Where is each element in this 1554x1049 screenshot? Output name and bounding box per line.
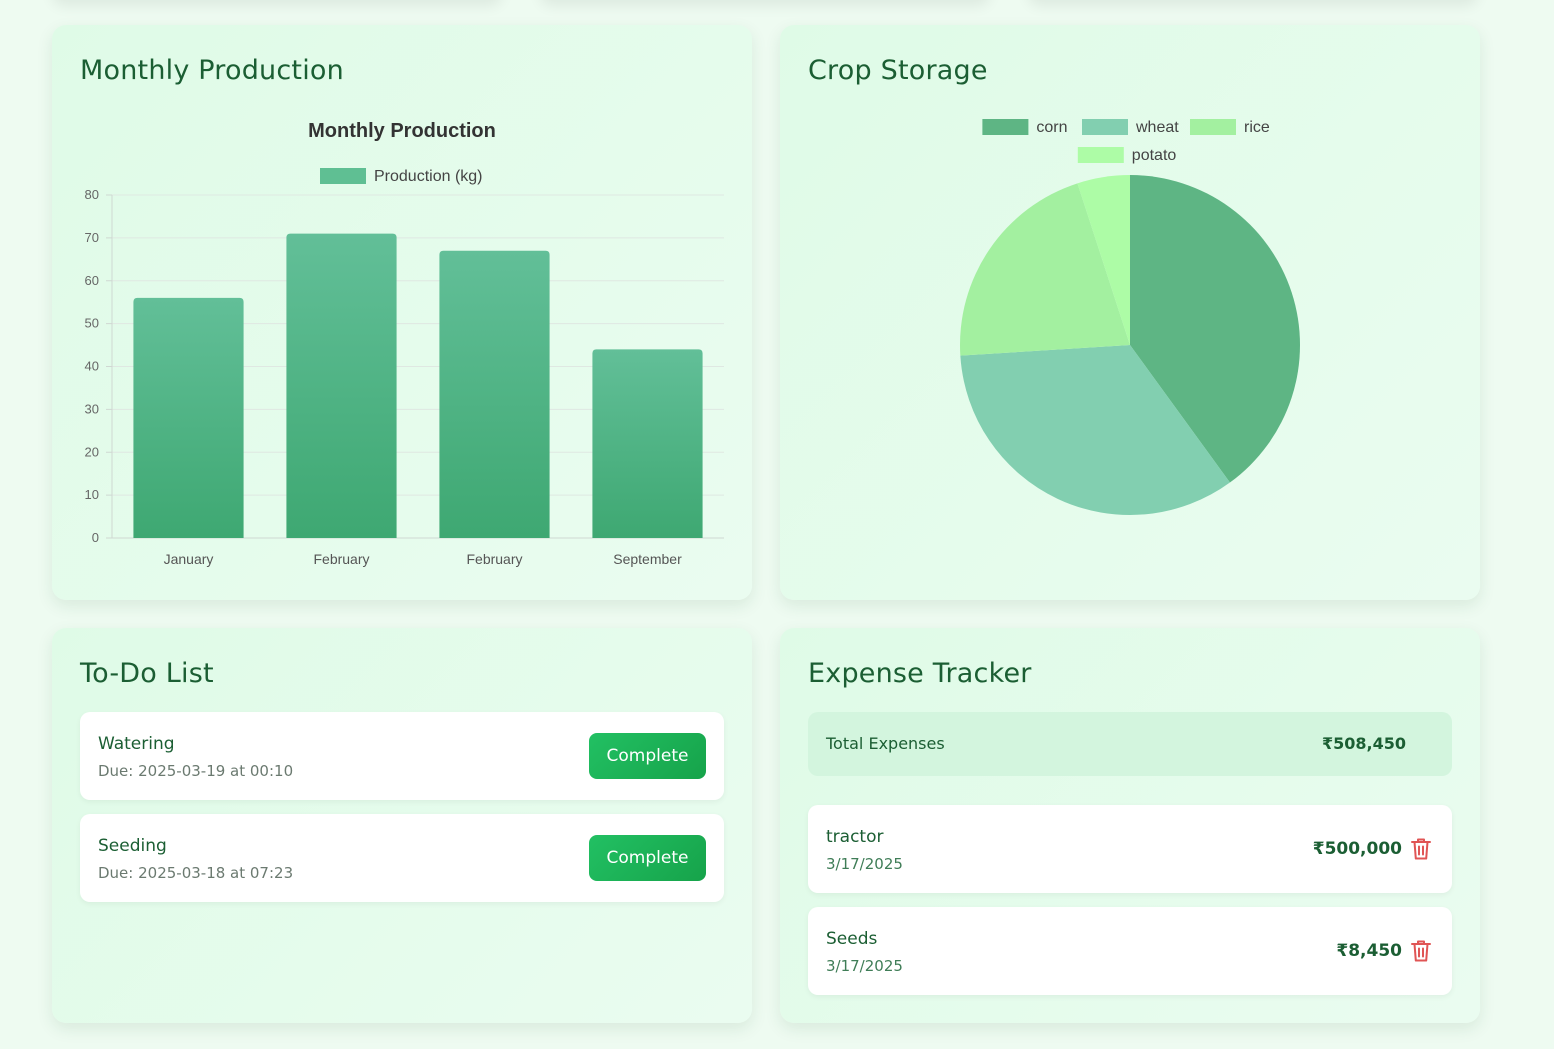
- legend-label[interactable]: Production (kg): [374, 168, 483, 185]
- complete-button[interactable]: Complete: [589, 733, 706, 779]
- legend-swatch[interactable]: [1082, 119, 1128, 135]
- legend-label[interactable]: wheat: [1135, 119, 1179, 136]
- legend-swatch[interactable]: [1190, 119, 1236, 135]
- y-tick-label: 20: [85, 444, 99, 459]
- x-tick-label: January: [164, 551, 214, 567]
- todo-name: Watering: [98, 734, 175, 754]
- legend-swatch[interactable]: [982, 119, 1029, 135]
- y-tick-label: 40: [85, 359, 99, 374]
- chart-title: Monthly Production: [308, 120, 496, 142]
- expense-date: 3/17/2025: [826, 957, 903, 975]
- x-tick-label: February: [313, 551, 369, 567]
- legend-swatch[interactable]: [1077, 147, 1124, 163]
- expense-item: Seeds 3/17/2025 ₹8,450: [808, 907, 1452, 995]
- todo-list-card: To-Do List Watering Due: 2025-03-19 at 0…: [52, 628, 752, 1023]
- total-expenses-value: ₹508,450: [1321, 734, 1406, 753]
- card-title: To-Do List: [80, 658, 214, 689]
- expense-item: tractor 3/17/2025 ₹500,000: [808, 805, 1452, 893]
- expense-tracker-card: Expense Tracker Total Expenses ₹508,450 …: [780, 628, 1480, 1023]
- total-expenses-box: Total Expenses ₹508,450: [808, 712, 1452, 776]
- legend-label[interactable]: rice: [1244, 119, 1270, 136]
- bar[interactable]: [133, 297, 244, 538]
- todo-due-date: Due: 2025-03-18 at 07:23: [98, 864, 294, 882]
- bar[interactable]: [286, 233, 397, 538]
- y-tick-label: 50: [85, 316, 99, 331]
- card-title: Expense Tracker: [808, 658, 1032, 689]
- x-tick-label: February: [466, 551, 522, 567]
- x-tick-label: September: [613, 551, 682, 567]
- legend-label[interactable]: potato: [1132, 147, 1177, 164]
- complete-button[interactable]: Complete: [589, 835, 706, 881]
- todo-due-date: Due: 2025-03-19 at 00:10: [98, 762, 294, 780]
- y-tick-label: 10: [85, 487, 99, 502]
- production-bar-chart: Monthly Production Production (kg) 0 10 20…: [85, 120, 724, 567]
- bar[interactable]: [592, 349, 703, 538]
- crop-storage-pie-chart: corn wheat rice potato: [960, 119, 1300, 515]
- legend-label[interactable]: corn: [1036, 119, 1067, 136]
- expense-amount: ₹500,000: [1312, 839, 1402, 859]
- expense-date: 3/17/2025: [826, 855, 903, 873]
- total-expenses-label: Total Expenses: [826, 734, 945, 753]
- y-tick-label: 30: [85, 401, 99, 416]
- y-tick-label: 0: [92, 530, 99, 545]
- expense-amount: ₹8,450: [1336, 941, 1402, 961]
- trash-icon[interactable]: [1410, 837, 1432, 861]
- y-tick-label: 60: [85, 273, 99, 288]
- bar[interactable]: [439, 250, 550, 539]
- expense-name: tractor: [826, 827, 884, 847]
- todo-item: Seeding Due: 2025-03-18 at 07:23 Complet…: [80, 814, 724, 902]
- legend-swatch[interactable]: [320, 168, 366, 184]
- todo-name: Seeding: [98, 836, 167, 856]
- y-tick-label: 70: [85, 230, 99, 245]
- y-tick-label: 80: [85, 187, 99, 202]
- todo-item: Watering Due: 2025-03-19 at 00:10 Comple…: [80, 712, 724, 800]
- monthly-production-card: Monthly Production Monthly Production Pr…: [52, 25, 752, 600]
- expense-name: Seeds: [826, 929, 878, 949]
- crop-storage-card: Crop Storage corn wheat rice potato: [780, 25, 1480, 600]
- trash-icon[interactable]: [1410, 939, 1432, 963]
